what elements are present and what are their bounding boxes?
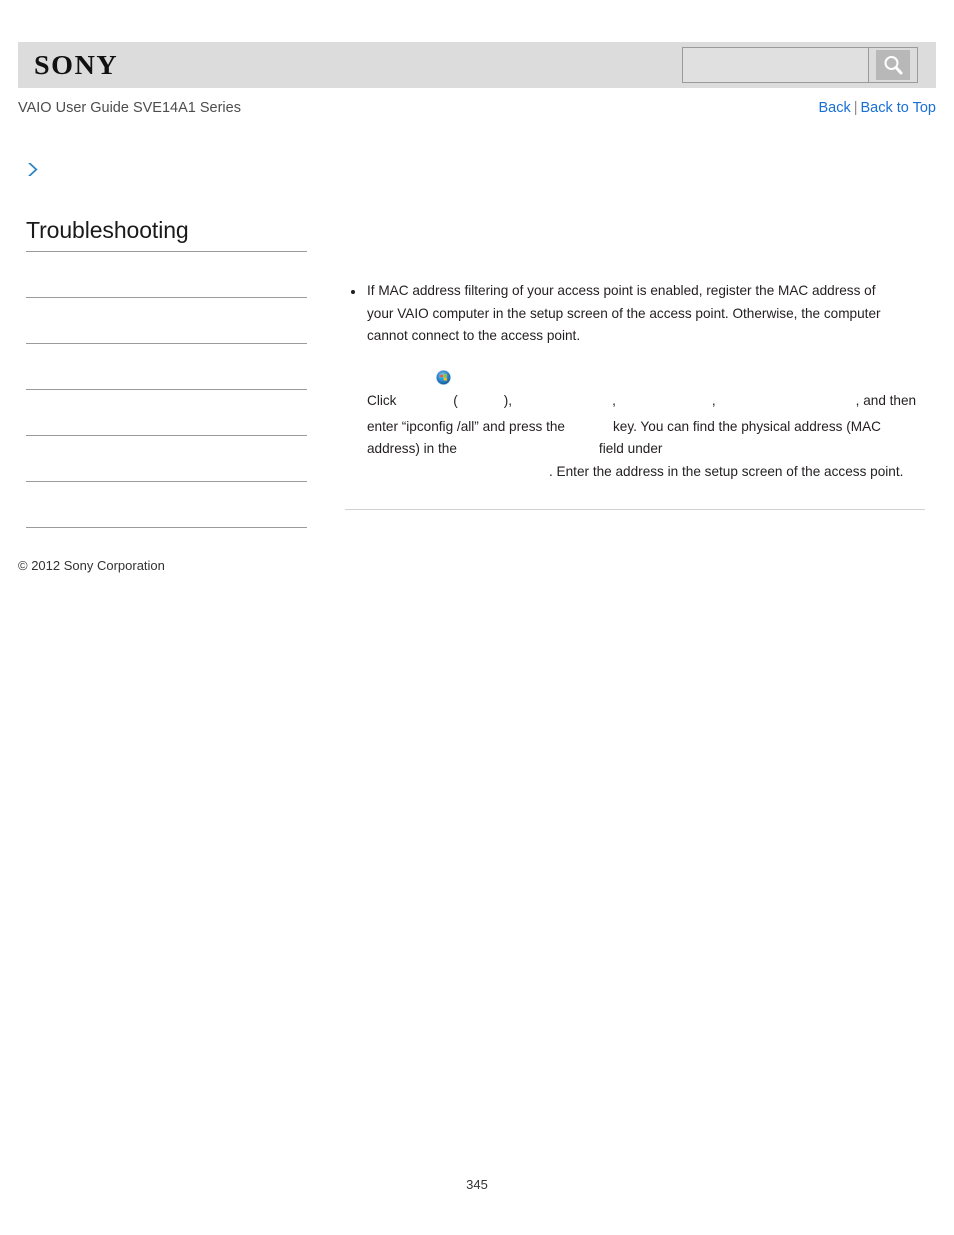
sidebar-item-1[interactable] — [26, 298, 307, 343]
site-header: SONY — [18, 42, 936, 88]
address-prefix-text: address) in the — [367, 441, 457, 457]
search-area — [682, 47, 918, 83]
list-item: If MAC address filtering of your access … — [345, 280, 925, 483]
page-title: VAIO User Guide SVE14A1 Series — [18, 100, 241, 116]
and-then: , and then — [855, 392, 917, 408]
paren-close: ), — [503, 392, 513, 408]
enter-command-text: enter “ipconfig /all” and press the — [367, 418, 565, 434]
sidebar-item-2[interactable] — [26, 344, 307, 389]
copyright-text: © 2012 Sony Corporation — [18, 558, 165, 573]
sidebar-item-0[interactable] — [26, 252, 307, 297]
instruction-line-2: enter “ipconfig /all” and press the key. … — [367, 416, 925, 439]
paren-open: ( — [453, 392, 458, 408]
comma-1: , — [612, 392, 616, 408]
search-input[interactable] — [682, 47, 868, 83]
back-to-top-link[interactable]: Back to Top — [860, 100, 936, 116]
instruction-line-3: address) in the field under — [367, 438, 925, 461]
search-icon — [876, 50, 910, 80]
title-row: VAIO User Guide SVE14A1 Series Back | Back… — [18, 100, 936, 122]
sidebar-divider — [26, 527, 307, 529]
search-button[interactable] — [868, 47, 918, 83]
bullet-line-1: If MAC address filtering of your access … — [367, 283, 876, 298]
breadcrumb[interactable] — [24, 162, 41, 182]
nav-separator: | — [853, 100, 858, 116]
sidebar-heading: Troubleshooting — [26, 217, 189, 243]
bullet-line-2: your VAIO computer in the setup screen o… — [367, 305, 881, 321]
instruction-line-1: Click (), , , , and then — [367, 348, 925, 416]
key-suffix-text: key. You can find the physical address (… — [612, 418, 881, 434]
windows-start-orb-icon — [398, 348, 452, 416]
field-suffix-text: field under — [598, 441, 663, 457]
back-link[interactable]: Back — [818, 100, 850, 116]
sidebar-item-4[interactable] — [26, 436, 307, 481]
bullet-line-3: cannot connect to the access point. — [367, 328, 581, 344]
sidebar-item-3[interactable] — [26, 390, 307, 435]
sidebar-item-5[interactable] — [26, 482, 307, 527]
content-divider — [345, 509, 925, 511]
header-nav-links: Back | Back to Top — [818, 100, 936, 116]
click-label: Click — [367, 392, 397, 408]
sony-logo: SONY — [34, 49, 119, 80]
final-sentence-text: . Enter the address in the setup screen … — [549, 463, 904, 479]
main-content: If MAC address filtering of your access … — [345, 280, 925, 511]
chevron-right-icon — [24, 161, 41, 183]
troubleshooting-bullet-list: If MAC address filtering of your access … — [345, 280, 925, 483]
page-number: 345 — [466, 1177, 488, 1192]
instruction-line-4: . Enter the address in the setup screen … — [367, 461, 925, 484]
sidebar: Troubleshooting — [26, 217, 307, 529]
comma-2: , — [711, 392, 716, 408]
